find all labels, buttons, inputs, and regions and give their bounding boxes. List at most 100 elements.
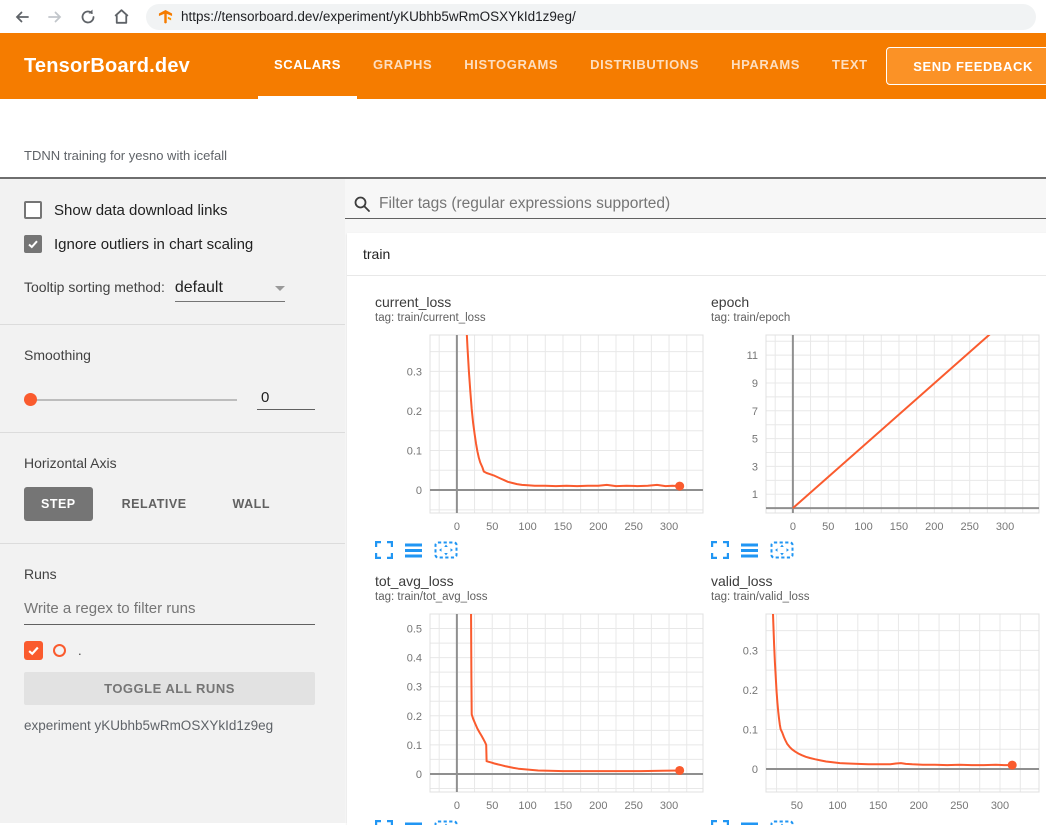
- url-bar[interactable]: https://tensorboard.dev/experiment/yKUbh…: [146, 4, 1036, 30]
- svg-text:0.3: 0.3: [407, 366, 422, 378]
- svg-text:300: 300: [991, 800, 1009, 812]
- chart-tag: tag: train/epoch: [711, 311, 1041, 325]
- runs-filter-input[interactable]: [24, 596, 315, 625]
- tab-distributions[interactable]: DISTRIBUTIONS: [574, 33, 715, 99]
- svg-text:0.4: 0.4: [407, 653, 422, 665]
- svg-text:150: 150: [554, 521, 572, 533]
- svg-text:9: 9: [752, 378, 758, 390]
- toggle-all-runs-button[interactable]: TOGGLE ALL RUNS: [24, 672, 315, 705]
- tag-filter-input[interactable]: [379, 195, 1046, 213]
- tooltip-sorting-label: Tooltip sorting method:: [24, 279, 165, 295]
- chart-actions: [711, 820, 1041, 825]
- svg-text:0: 0: [454, 521, 460, 533]
- send-feedback-button[interactable]: SEND FEEDBACK: [886, 47, 1046, 85]
- divider: [0, 543, 345, 544]
- expand-chart-icon[interactable]: [711, 820, 729, 825]
- svg-text:300: 300: [660, 800, 678, 812]
- run-checkbox[interactable]: [24, 641, 43, 660]
- svg-text:0: 0: [416, 485, 422, 497]
- fit-domain-icon[interactable]: [770, 541, 794, 559]
- chart-tag: tag: train/current_loss: [375, 311, 705, 325]
- svg-text:150: 150: [554, 800, 572, 812]
- svg-text:150: 150: [869, 800, 887, 812]
- svg-text:100: 100: [854, 521, 872, 533]
- expand-chart-icon[interactable]: [711, 541, 729, 559]
- tab-hparams[interactable]: HPARAMS: [715, 33, 816, 99]
- svg-text:250: 250: [625, 800, 643, 812]
- svg-text:0: 0: [416, 769, 422, 781]
- tag-group-card: train current_loss tag: train/current_lo…: [347, 233, 1046, 825]
- back-icon[interactable]: [10, 5, 34, 29]
- axis-relative-button[interactable]: RELATIVE: [105, 487, 204, 521]
- svg-text:100: 100: [518, 521, 536, 533]
- svg-text:50: 50: [822, 521, 834, 533]
- tab-histograms[interactable]: HISTOGRAMS: [448, 33, 574, 99]
- log-scale-icon[interactable]: [740, 541, 759, 559]
- svg-text:0.2: 0.2: [407, 406, 422, 418]
- expand-chart-icon[interactable]: [375, 820, 393, 825]
- log-scale-icon[interactable]: [740, 820, 759, 825]
- smoothing-slider[interactable]: [24, 399, 237, 401]
- tab-scalars[interactable]: SCALARS: [258, 33, 357, 99]
- chart-actions: [375, 541, 705, 559]
- experiment-title: TDNN training for yesno with icefall: [24, 148, 227, 163]
- chart-card-current_loss: current_loss tag: train/current_loss 050…: [375, 294, 705, 559]
- tag-group-header-train[interactable]: train: [347, 233, 1046, 276]
- home-icon[interactable]: [109, 5, 133, 29]
- settings-sidebar: Show data download links Ignore outliers…: [0, 179, 345, 823]
- fit-domain-icon[interactable]: [434, 541, 458, 559]
- slider-thumb[interactable]: [24, 393, 37, 406]
- svg-text:300: 300: [996, 521, 1014, 533]
- charts-grid: current_loss tag: train/current_loss 050…: [347, 276, 1046, 825]
- log-scale-icon[interactable]: [404, 820, 423, 825]
- chart-plot[interactable]: 05010015020025030000.10.20.3: [375, 333, 705, 535]
- run-row: .: [24, 641, 315, 660]
- search-icon: [353, 195, 371, 213]
- tab-graphs[interactable]: GRAPHS: [357, 33, 448, 99]
- chart-card-valid_loss: valid_loss tag: train/valid_loss 5010015…: [711, 573, 1041, 825]
- svg-text:200: 200: [589, 521, 607, 533]
- show-download-links-checkbox[interactable]: Show data download links: [24, 201, 315, 219]
- run-color-swatch[interactable]: [53, 644, 66, 657]
- svg-text:50: 50: [791, 800, 803, 812]
- ignore-outliers-checkbox[interactable]: Ignore outliers in chart scaling: [24, 235, 315, 253]
- svg-text:250: 250: [961, 521, 979, 533]
- axis-step-button[interactable]: STEP: [24, 487, 93, 521]
- fit-domain-icon[interactable]: [770, 820, 794, 825]
- svg-text:0: 0: [790, 521, 796, 533]
- forward-icon[interactable]: [43, 5, 67, 29]
- runs-label: Runs: [24, 566, 315, 582]
- svg-text:0.3: 0.3: [407, 682, 422, 694]
- divider: [0, 324, 345, 325]
- chart-title: epoch: [711, 294, 1041, 311]
- expand-chart-icon[interactable]: [375, 541, 393, 559]
- chart-plot[interactable]: 0501001502002503001357911: [711, 333, 1041, 535]
- checkbox-icon: [24, 201, 42, 219]
- tab-text[interactable]: TEXT: [816, 33, 884, 99]
- app-header: TensorBoard.dev SCALARSGRAPHSHISTOGRAMSD…: [0, 33, 1046, 99]
- tooltip-sorting-select[interactable]: default: [175, 279, 285, 302]
- tooltip-sorting-value: default: [175, 279, 223, 297]
- svg-text:0: 0: [752, 764, 758, 776]
- fit-domain-icon[interactable]: [434, 820, 458, 825]
- svg-text:250: 250: [625, 521, 643, 533]
- log-scale-icon[interactable]: [404, 541, 423, 559]
- svg-text:0.1: 0.1: [743, 725, 758, 737]
- smoothing-value-input[interactable]: 0: [257, 389, 315, 410]
- chart-plot[interactable]: 5010015020025030000.10.20.3: [711, 612, 1041, 814]
- chart-plot[interactable]: 05010015020025030000.10.20.30.40.5: [375, 612, 705, 814]
- horizontal-axis-label: Horizontal Axis: [24, 455, 315, 471]
- app-brand: TensorBoard.dev: [24, 55, 190, 78]
- reload-icon[interactable]: [76, 5, 100, 29]
- chart-title: valid_loss: [711, 573, 1041, 590]
- smoothing-label: Smoothing: [24, 347, 315, 363]
- svg-text:200: 200: [910, 800, 928, 812]
- svg-text:7: 7: [752, 406, 758, 418]
- url-text: https://tensorboard.dev/experiment/yKUbh…: [181, 9, 576, 24]
- svg-text:200: 200: [589, 800, 607, 812]
- chart-actions: [711, 541, 1041, 559]
- svg-text:250: 250: [950, 800, 968, 812]
- chart-actions: [375, 820, 705, 825]
- axis-wall-button[interactable]: WALL: [216, 487, 287, 521]
- tensorboard-favicon: [158, 9, 173, 24]
